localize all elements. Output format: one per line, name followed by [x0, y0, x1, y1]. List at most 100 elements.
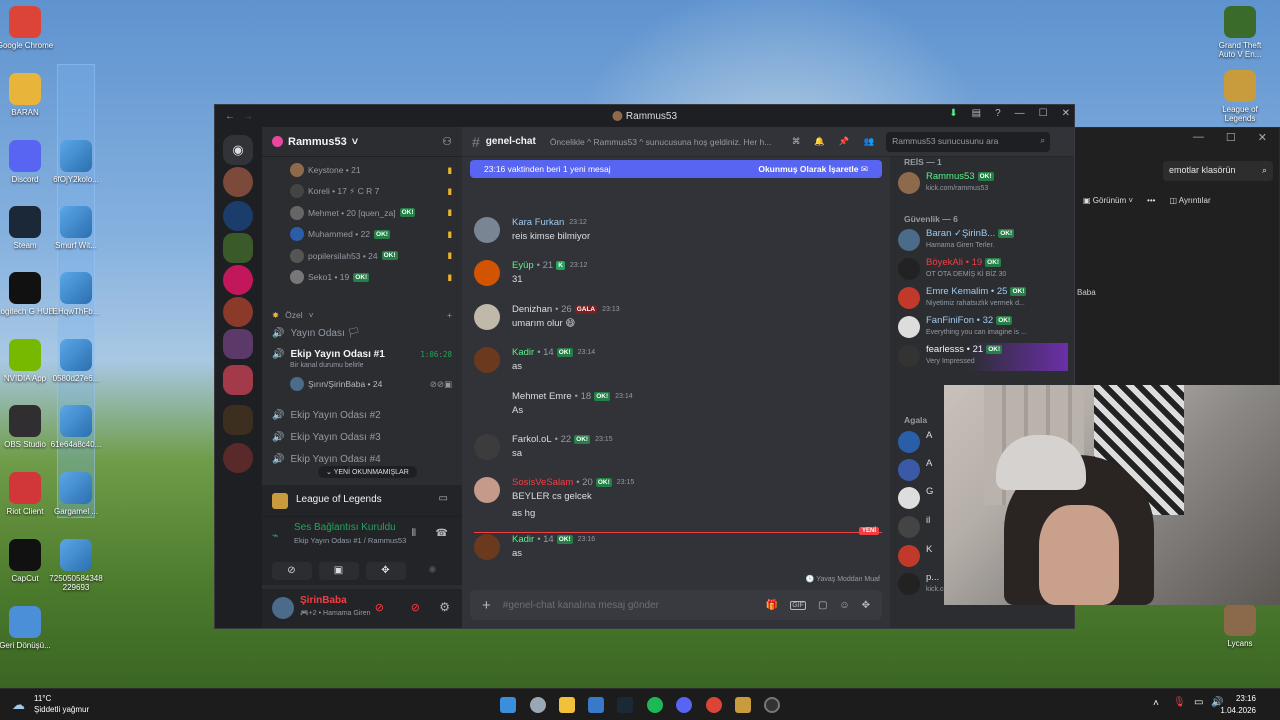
maximize-icon[interactable]: ☐: [1039, 108, 1048, 119]
avatar[interactable]: [474, 347, 500, 373]
network-icon[interactable]: ▭: [1194, 697, 1203, 708]
channel-status[interactable]: Bir kanal durumu belirle: [290, 362, 364, 369]
desktop-icon[interactable]: Google Chrome: [0, 6, 55, 50]
activity-panel[interactable]: League of Legends ▭: [262, 485, 462, 517]
obs-icon[interactable]: [764, 697, 780, 713]
file-explorer-icon[interactable]: [559, 697, 575, 713]
voice-status[interactable]: Ses Bağlantısı Kuruldu: [294, 522, 396, 533]
server-folder-icon[interactable]: [223, 365, 253, 395]
desktop-icon[interactable]: Smurf Wit...: [46, 206, 106, 250]
gif-icon[interactable]: GIF: [790, 600, 806, 610]
author-name[interactable]: Denizhan: [512, 304, 552, 315]
update-icon[interactable]: ⬇: [949, 108, 957, 119]
voice-user[interactable]: Mehmet • 20 [quen_za] OK! ▮: [290, 205, 452, 220]
voice-channel[interactable]: 🔊 Yayın Odası 🏳: [272, 325, 452, 341]
desktop-icon[interactable]: 6fOjY2kolo...: [46, 140, 106, 184]
server-icon[interactable]: [223, 265, 253, 295]
chrome-icon[interactable]: [706, 697, 722, 713]
avatar[interactable]: [474, 434, 500, 460]
server-search-input[interactable]: Rammus53 sunucusunu ara ⌕: [886, 131, 1051, 152]
voice-channel[interactable]: 🔊 Ekip Yayın Odası #1 1:06:28: [272, 346, 452, 362]
channel-topic[interactable]: Öncelikle ^ Rammus53 ^ sunucusuna hoş ge…: [550, 137, 780, 147]
voice-user[interactable]: Koreli • 17 ⚡ C R 7 ▮: [290, 184, 452, 199]
member-item[interactable]: BöyekAli • 19 OK! OT OTA DEMİŞ Kİ BİZ 30: [898, 256, 1068, 284]
tray-chevron-icon[interactable]: ˄: [1153, 698, 1159, 709]
server-icon[interactable]: [223, 443, 253, 473]
server-icon[interactable]: [223, 167, 253, 197]
server-header[interactable]: Rammus53 ˅ ⚇: [262, 127, 462, 157]
voice-channel[interactable]: 🔊 Ekip Yayın Odası #2: [272, 407, 452, 423]
deafen-icon[interactable]: ⊘: [411, 601, 420, 614]
minimize-icon[interactable]: —: [1193, 131, 1204, 150]
desktop-icon[interactable]: 0580d27e6...: [46, 339, 106, 383]
emoji-icon[interactable]: ☺: [839, 600, 849, 611]
author-name[interactable]: Mehmet Emre: [512, 391, 572, 402]
server-icon[interactable]: [223, 201, 253, 231]
store-icon[interactable]: [588, 697, 604, 713]
avatar[interactable]: [474, 217, 500, 243]
desktop-icon[interactable]: BARAN: [0, 73, 55, 117]
clock-date[interactable]: 1.04.2026: [1220, 706, 1256, 715]
camera-off-button[interactable]: ⊘: [271, 562, 312, 580]
maximize-icon[interactable]: ☐: [1226, 131, 1236, 150]
view-button[interactable]: ▣ Görünüm ˅: [1083, 196, 1133, 205]
spotify-icon[interactable]: [647, 697, 663, 713]
threads-icon[interactable]: ⌘: [792, 136, 801, 147]
disconnect-icon[interactable]: ☎: [436, 528, 448, 539]
author-name[interactable]: Eyüp: [512, 260, 534, 271]
close-icon[interactable]: ✕: [1062, 108, 1070, 119]
mic-icon[interactable]: 🎙: [1173, 697, 1186, 708]
add-channel-icon[interactable]: +: [447, 310, 452, 320]
voice-user[interactable]: Muhammed • 22 OK! ▮: [290, 227, 452, 242]
avatar[interactable]: [474, 534, 500, 560]
desktop-icon[interactable]: Geri Dönüşü...: [0, 606, 55, 650]
new-messages-bar[interactable]: 23:16 vaktinden beri 1 yeni mesaj Okunmu…: [470, 160, 882, 178]
avatar[interactable]: [474, 391, 500, 417]
desktop-icon[interactable]: League of Legends: [1210, 70, 1270, 123]
voice-user[interactable]: Seko1 • 19 OK! ▮: [290, 270, 452, 284]
desktop-icon[interactable]: 725050584348 229693: [46, 539, 106, 592]
member-list-icon[interactable]: 👥: [864, 136, 875, 147]
server-folder-icon[interactable]: [223, 233, 253, 263]
desktop-icon[interactable]: 61e64a8c40...: [46, 405, 106, 449]
mark-read-button[interactable]: Okunmuş Olarak İşaretle ✉: [758, 164, 868, 175]
share-screen-button[interactable]: ▣: [318, 562, 359, 580]
discord-icon[interactable]: [676, 697, 692, 713]
pin-icon[interactable]: 📌: [839, 136, 850, 147]
desktop-icon[interactable]: Grand Theft Auto V En...: [1210, 6, 1270, 59]
voice-user[interactable]: Şırın/ŞirinBaba • 24 ⊘⊘▣: [290, 377, 452, 391]
avatar[interactable]: [474, 477, 500, 503]
member-item[interactable]: Emre Kemalim • 25 OK! Niyetimiz rahatsızlı…: [898, 285, 1068, 313]
close-icon[interactable]: ✕: [1258, 131, 1267, 150]
voice-channel-path[interactable]: Ekip Yayın Odası #1 / Rammus53: [294, 536, 406, 545]
inbox-icon[interactable]: ▤: [972, 108, 981, 119]
category-ozel[interactable]: ✸ Özel ˅ +: [272, 307, 452, 323]
details-button[interactable]: ◫ Ayrıntılar: [1169, 196, 1210, 205]
file-explorer-window[interactable]: — ☐ ✕ emotlar klasörün ⌕ ▣ Görünüm ˅ ••• ◫ …: [1074, 127, 1280, 389]
apps-icon[interactable]: ✥: [862, 600, 870, 611]
desktop-icon[interactable]: EHqwThFb...: [46, 272, 106, 316]
server-folder-icon[interactable]: [223, 329, 253, 359]
author-name[interactable]: Kadir: [512, 347, 534, 358]
forward-arrow-icon[interactable]: →: [243, 111, 253, 122]
voice-channel[interactable]: 🔊 Ekip Yayın Odası #4: [272, 451, 452, 467]
add-member-icon[interactable]: ⚇: [442, 135, 452, 148]
desktop-icon[interactable]: Lycans: [1210, 604, 1270, 648]
lol-icon[interactable]: [735, 697, 751, 713]
message-input[interactable]: + #genel-chat kanalına mesaj gönder 🎁 GI…: [470, 590, 882, 620]
member-item[interactable]: Baran ✓ŞirinB... OK! Hamama Giren Terler.: [898, 227, 1068, 255]
weather-desc[interactable]: Şiddetli yağmur: [34, 705, 89, 714]
mic-muted-icon[interactable]: ⊘: [375, 601, 384, 614]
add-attachment-icon[interactable]: +: [482, 597, 491, 614]
activities-button[interactable]: ✥: [365, 562, 406, 580]
avatar[interactable]: [474, 260, 500, 286]
discord-home-icon[interactable]: ◉: [223, 135, 253, 165]
settings-gear-icon[interactable]: ⚙: [439, 600, 450, 614]
avatar[interactable]: [474, 304, 500, 330]
settings-app-icon[interactable]: [530, 697, 546, 713]
member-item[interactable]: FanFiniFon • 32 OK! Everything you can ima…: [898, 314, 1068, 342]
clock-time[interactable]: 23:16: [1236, 694, 1256, 703]
screen-share-icon[interactable]: ▭: [439, 493, 448, 504]
sticker-icon[interactable]: ▢: [818, 600, 827, 611]
member-item[interactable]: fearlesss • 21 OK! Very Impressed: [898, 343, 1068, 371]
